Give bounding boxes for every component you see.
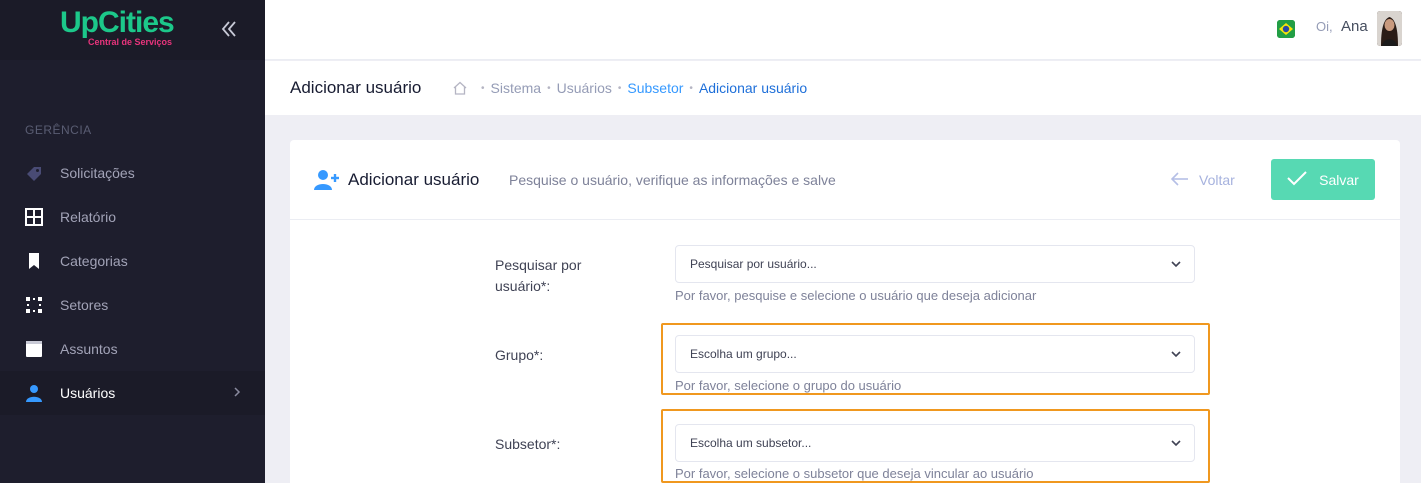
- book-icon: [24, 339, 44, 359]
- subsetor-select-value: Escolha um subsetor...: [690, 436, 812, 450]
- breadcrumb-item-sistema[interactable]: Sistema: [491, 80, 542, 96]
- avatar[interactable]: [1377, 11, 1402, 46]
- search-user-label: Pesquisar por usuário*:: [495, 257, 582, 294]
- grid-icon: [24, 207, 44, 227]
- chevron-right-icon: [233, 385, 241, 401]
- save-button[interactable]: Salvar: [1271, 159, 1375, 200]
- sidebar-item-assuntos[interactable]: Assuntos: [0, 327, 265, 371]
- brazil-flag-icon[interactable]: [1277, 20, 1295, 38]
- greeting-text: Oi,: [1316, 19, 1333, 34]
- chevron-down-icon: [1171, 440, 1181, 447]
- subsetor-help: Por favor, selecione o subsetor que dese…: [675, 466, 1034, 481]
- sidebar-item-solicitacoes[interactable]: Solicitações: [0, 151, 265, 195]
- back-button-label: Voltar: [1199, 172, 1235, 188]
- chevron-down-icon: [1171, 351, 1181, 358]
- double-chevron-left-icon: [221, 21, 236, 37]
- brand-logo[interactable]: UpCities Central de Serviços: [60, 6, 190, 50]
- sidebar-item-label: Solicitações: [60, 165, 135, 181]
- search-user-help: Por favor, pesquise e selecione o usuári…: [675, 288, 1037, 303]
- page-title: Adicionar usuário: [290, 78, 422, 97]
- sidebar-item-label: Usuários: [60, 385, 116, 401]
- breadcrumb-separator: •: [617, 82, 622, 94]
- grupo-help: Por favor, selecione o grupo do usuário: [675, 378, 902, 393]
- user-name[interactable]: Ana: [1341, 18, 1368, 35]
- sidebar-item-relatorio[interactable]: Relatório: [0, 195, 265, 239]
- home-icon[interactable]: [452, 80, 468, 96]
- sidebar-item-usuarios[interactable]: Usuários: [0, 371, 265, 415]
- breadcrumb-item-subsetor[interactable]: Subsetor: [627, 80, 683, 96]
- top-header: Oi, Ana: [265, 0, 1421, 60]
- add-user-card: Adicionar usuário Pesquise o usuário, ve…: [290, 140, 1400, 483]
- sidebar-brand: UpCities Central de Serviços: [0, 0, 265, 60]
- sidebar-item-label: Relatório: [60, 209, 117, 225]
- subheader: Adicionar usuário • Sistema • Usuários •…: [265, 61, 1421, 115]
- grupo-label: Grupo*:: [495, 347, 544, 363]
- sidebar-item-setores[interactable]: Setores: [0, 283, 265, 327]
- check-icon: [1287, 170, 1307, 190]
- grupo-select[interactable]: Escolha um grupo...: [675, 335, 1195, 373]
- tag-icon: [24, 163, 44, 183]
- back-button[interactable]: Voltar: [1170, 169, 1235, 191]
- breadcrumb-item-adicionar-usuario[interactable]: Adicionar usuário: [699, 80, 807, 96]
- user-icon: [24, 383, 44, 403]
- sidebar-section-label: GERÊNCIA: [25, 123, 92, 137]
- breadcrumb-separator: •: [689, 82, 693, 94]
- sidebar-item-label: Assuntos: [60, 341, 118, 357]
- breadcrumb-separator: •: [547, 82, 551, 94]
- breadcrumb: • Sistema • Usuários • Subsetor • Adicio…: [475, 80, 807, 96]
- dots-grid-icon: [24, 295, 44, 315]
- sidebar: UpCities Central de Serviços GERÊNCIA So…: [0, 0, 265, 483]
- bookmark-icon: [24, 251, 44, 271]
- sidebar-collapse-button[interactable]: [216, 16, 242, 42]
- card-subtitle: Pesquise o usuário, verifique as informa…: [509, 172, 836, 188]
- search-user-select[interactable]: Pesquisar por usuário...: [675, 245, 1195, 283]
- brand-name: UpCities: [60, 6, 175, 39]
- arrow-left-icon: [1170, 170, 1189, 191]
- breadcrumb-separator: •: [481, 82, 485, 94]
- subsetor-select[interactable]: Escolha um subsetor...: [675, 424, 1195, 462]
- chevron-down-icon: [1171, 261, 1181, 268]
- breadcrumb-item-usuarios[interactable]: Usuários: [557, 80, 612, 96]
- subsetor-label: Subsetor*:: [495, 436, 561, 452]
- search-user-select-value: Pesquisar por usuário...: [690, 257, 817, 271]
- brand-tagline: Central de Serviços: [88, 37, 173, 47]
- add-user-icon: [314, 169, 340, 191]
- card-title: Adicionar usuário: [348, 170, 480, 189]
- card-header: Adicionar usuário Pesquise o usuário, ve…: [290, 140, 1400, 220]
- sidebar-item-label: Setores: [60, 297, 109, 313]
- save-button-label: Salvar: [1319, 171, 1359, 188]
- sidebar-item-categorias[interactable]: Categorias: [0, 239, 265, 283]
- grupo-select-value: Escolha um grupo...: [690, 347, 797, 361]
- sidebar-item-label: Categorias: [60, 253, 128, 269]
